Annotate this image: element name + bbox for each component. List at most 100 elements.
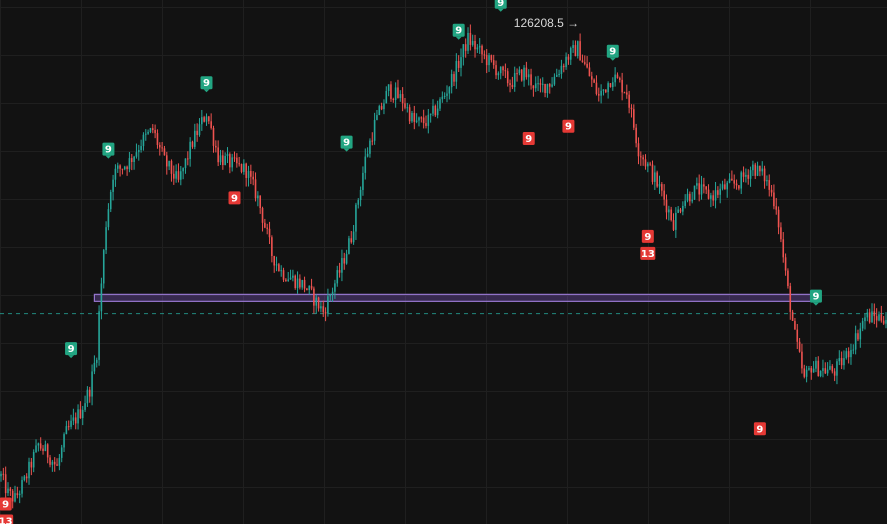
candle: [182, 167, 184, 180]
candle-body: [759, 165, 761, 172]
sell-signal-marker-pointer: [609, 57, 616, 61]
candle: [833, 368, 836, 382]
candle: [187, 151, 189, 166]
candle-body: [539, 83, 542, 85]
candle-body: [607, 83, 609, 93]
candle-body: [464, 44, 467, 51]
candle: [460, 48, 462, 77]
candle: [429, 113, 432, 123]
candle-body: [474, 40, 476, 50]
candle-body: [401, 94, 404, 104]
candle: [95, 357, 98, 368]
candle-body: [798, 341, 801, 352]
candle: [123, 165, 126, 171]
candle: [782, 232, 785, 263]
candle-body: [151, 128, 154, 131]
buy-signal-marker-label: 9: [2, 500, 9, 511]
candle-body: [182, 168, 184, 172]
candle-body: [119, 165, 121, 169]
candle: [250, 164, 252, 185]
price-chart[interactable]: 9 9 9 9 9 9 9 9 9 13 9 9 9 9 13 9 126208.5 →: [0, 0, 887, 524]
candle-body: [562, 65, 565, 68]
candle-body: [773, 192, 775, 207]
candle: [191, 140, 194, 149]
candle: [285, 278, 287, 282]
candle-body: [719, 188, 722, 195]
candle: [467, 27, 469, 54]
candle: [168, 160, 170, 171]
candle: [264, 218, 266, 229]
candle: [266, 223, 269, 235]
candle: [170, 159, 173, 182]
candle-body: [745, 174, 747, 177]
candle-body: [882, 320, 885, 324]
candle-body: [189, 141, 191, 159]
candle-body: [327, 296, 329, 314]
candle-body: [635, 127, 637, 144]
chart-container[interactable]: 9 9 9 9 9 9 9 9 9 13 9 9 9 9 13 9 126208.5 →: [0, 0, 887, 524]
candle: [245, 162, 247, 187]
candle: [518, 66, 521, 76]
candle: [406, 102, 409, 113]
buy-signal-marker-label: 9: [644, 232, 651, 243]
candle-body: [334, 283, 336, 292]
candle-body: [663, 190, 665, 200]
candle-body: [2, 473, 5, 475]
candle-body: [44, 444, 47, 452]
candle-body: [469, 32, 472, 45]
candle: [205, 113, 208, 126]
candle-body: [348, 238, 350, 254]
candle-body: [35, 445, 37, 453]
candle-body: [537, 83, 539, 85]
candle-body: [42, 448, 44, 452]
candle: [712, 190, 715, 206]
buy-signal-marker-label: 13: [0, 517, 13, 524]
candle: [457, 55, 460, 73]
candle-body: [698, 183, 700, 195]
sell-signal-marker-pointer: [455, 36, 462, 40]
candle: [201, 109, 203, 131]
candle-body: [226, 154, 229, 157]
candle: [780, 222, 782, 243]
candle: [544, 83, 546, 98]
candle: [30, 458, 33, 476]
candle: [714, 181, 717, 209]
candle-body: [523, 67, 525, 81]
candle: [72, 408, 75, 426]
candle: [775, 197, 778, 215]
candle-body: [191, 141, 194, 147]
sell-signal-marker: 9: [606, 44, 619, 61]
candle-body: [362, 172, 364, 190]
candle-body: [656, 172, 658, 187]
candle: [875, 308, 878, 328]
candle-body: [558, 73, 560, 75]
candle-body: [597, 93, 600, 96]
candle: [623, 91, 626, 94]
candle: [443, 92, 446, 100]
candle-body: [74, 417, 77, 424]
candle-body: [114, 168, 117, 180]
candle-body: [93, 362, 96, 372]
candle: [637, 137, 640, 165]
candle-body: [25, 476, 28, 479]
candle-body: [679, 209, 682, 212]
candle-body: [509, 83, 511, 85]
candle-body: [53, 461, 56, 465]
candle-body: [689, 193, 691, 202]
candle-body: [747, 174, 750, 179]
candle: [787, 268, 789, 289]
candle: [880, 305, 883, 323]
candle-body: [32, 452, 35, 468]
candle-body: [572, 45, 574, 48]
candle-body: [222, 155, 224, 165]
candle: [194, 123, 196, 150]
candle-body: [467, 32, 469, 51]
candle-body: [331, 291, 334, 295]
candle-body: [614, 74, 616, 83]
candle-body: [84, 403, 86, 410]
sell-signal-marker-label: 9: [497, 0, 504, 9]
candle: [289, 269, 292, 280]
candle-body: [534, 83, 537, 89]
candle: [773, 184, 775, 210]
candle: [74, 412, 77, 430]
